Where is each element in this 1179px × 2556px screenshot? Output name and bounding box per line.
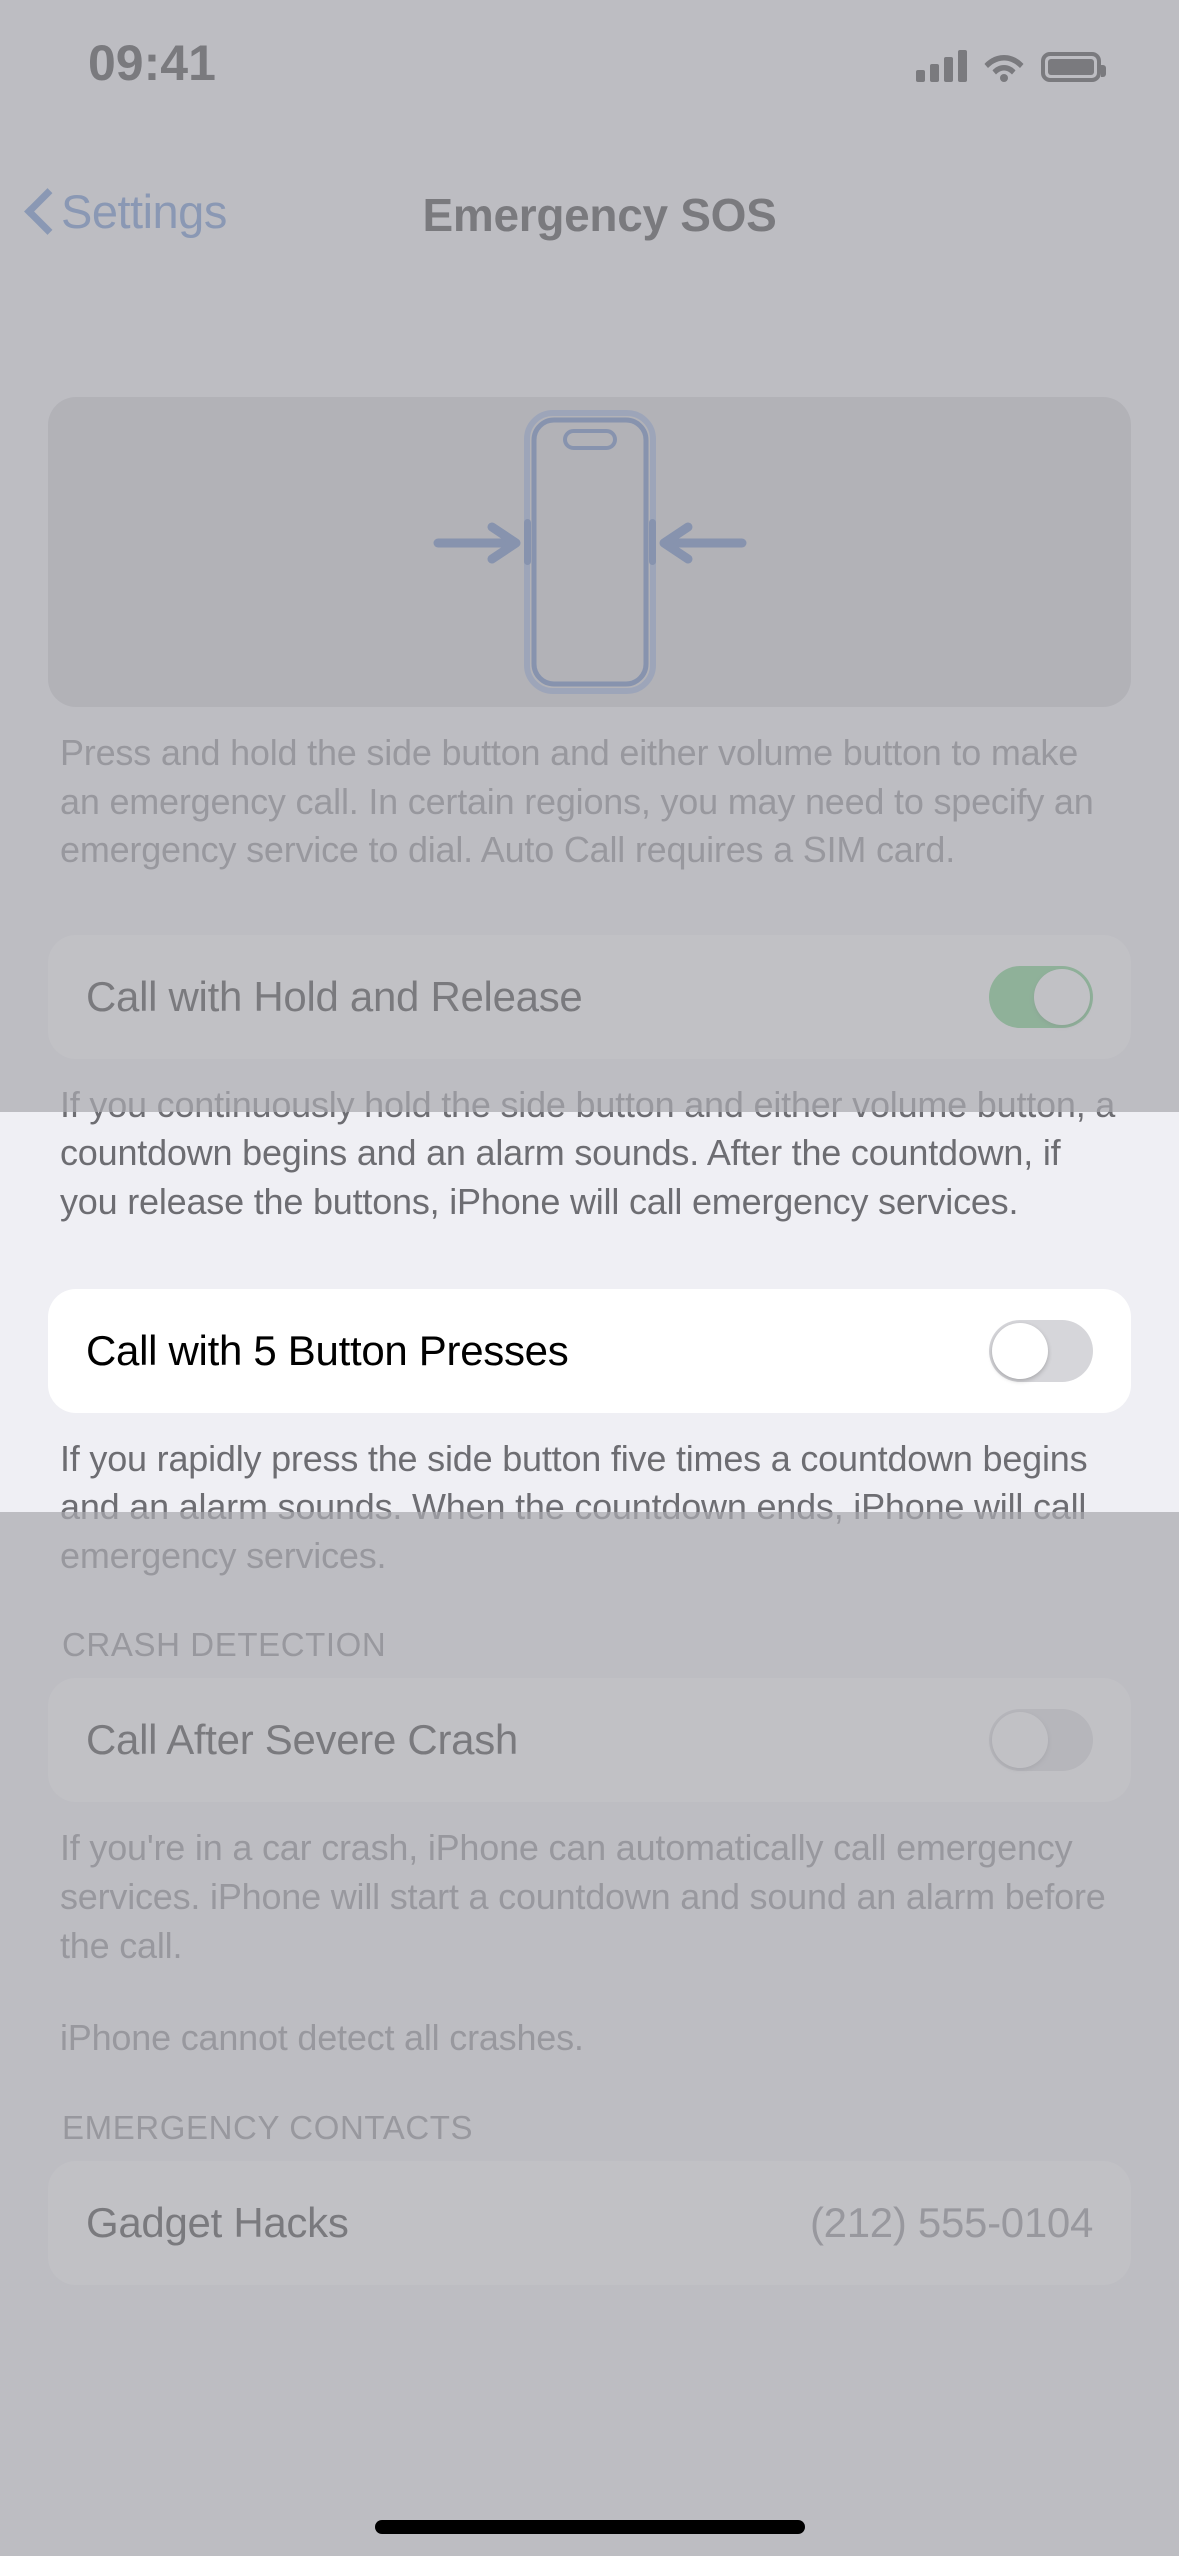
settings-page: 09:41 Settings Emergency SOS Press and h… — [0, 0, 1179, 2556]
emergency-sos-illustration-card — [48, 397, 1131, 707]
footer-hold-and-release: If you continuously hold the side button… — [60, 1083, 1116, 1222]
row-label: Call with 5 Button Presses — [86, 1326, 569, 1374]
toggle-knob — [992, 1712, 1048, 1769]
cellular-signal-icon — [916, 48, 967, 82]
row-label: Call with Hold and Release — [86, 972, 583, 1020]
toggle-call-with-hold-and-release[interactable] — [989, 965, 1093, 1028]
toggle-call-with-5-button-presses[interactable] — [989, 1319, 1093, 1382]
row-call-after-severe-crash[interactable]: Call After Severe Crash — [48, 1678, 1131, 1802]
page-title: Emergency SOS — [422, 189, 777, 241]
iphone-side-buttons-illustration — [350, 410, 830, 694]
hero-footer-text: Press and hold the side button and eithe… — [60, 732, 1094, 871]
section-hold-and-release: Call with Hold and Release — [48, 934, 1131, 1059]
status-bar-clock: 09:41 — [88, 35, 216, 91]
navigation-bar: Settings Emergency SOS — [0, 170, 1179, 280]
footer-crash-detection-secondary: iPhone cannot detect all crashes. — [60, 2017, 584, 2059]
toggle-knob — [1034, 968, 1090, 1025]
contact-name: Gadget Hacks — [86, 2198, 349, 2246]
section-crash-detection: Call After Severe Crash — [48, 1678, 1131, 1803]
section-header-emergency-contacts: EMERGENCY CONTACTS — [62, 2108, 474, 2146]
row-emergency-contact[interactable]: Gadget Hacks (212) 555-0104 — [48, 2161, 1131, 2285]
section-header-crash-detection: CRASH DETECTION — [62, 1626, 387, 1664]
row-call-with-hold-and-release[interactable]: Call with Hold and Release — [48, 935, 1131, 1059]
toggle-call-after-severe-crash[interactable] — [989, 1709, 1093, 1772]
home-indicator — [374, 2520, 805, 2534]
row-label: Call After Severe Crash — [86, 1716, 518, 1764]
wifi-icon — [983, 50, 1025, 82]
section-five-button-presses: Call with 5 Button Presses — [48, 1288, 1131, 1413]
toggle-knob — [992, 1322, 1048, 1379]
section-emergency-contacts: Gadget Hacks (212) 555-0104 — [48, 2160, 1131, 2285]
footer-crash-detection: If you're in a car crash, iPhone can aut… — [60, 1827, 1106, 1966]
footer-five-button-presses: If you rapidly press the side button fiv… — [60, 1437, 1088, 1576]
status-bar-icons — [916, 40, 1106, 82]
row-call-with-5-button-presses[interactable]: Call with 5 Button Presses — [48, 1289, 1131, 1413]
contact-phone-number: (212) 555-0104 — [809, 2198, 1093, 2246]
iphone-screen: 09:41 Settings Emergency SOS Press and h… — [0, 0, 1179, 2556]
battery-icon — [1041, 52, 1106, 82]
settings-content: Press and hold the side button and eithe… — [0, 280, 1179, 2285]
status-bar: 09:41 — [0, 0, 1179, 135]
